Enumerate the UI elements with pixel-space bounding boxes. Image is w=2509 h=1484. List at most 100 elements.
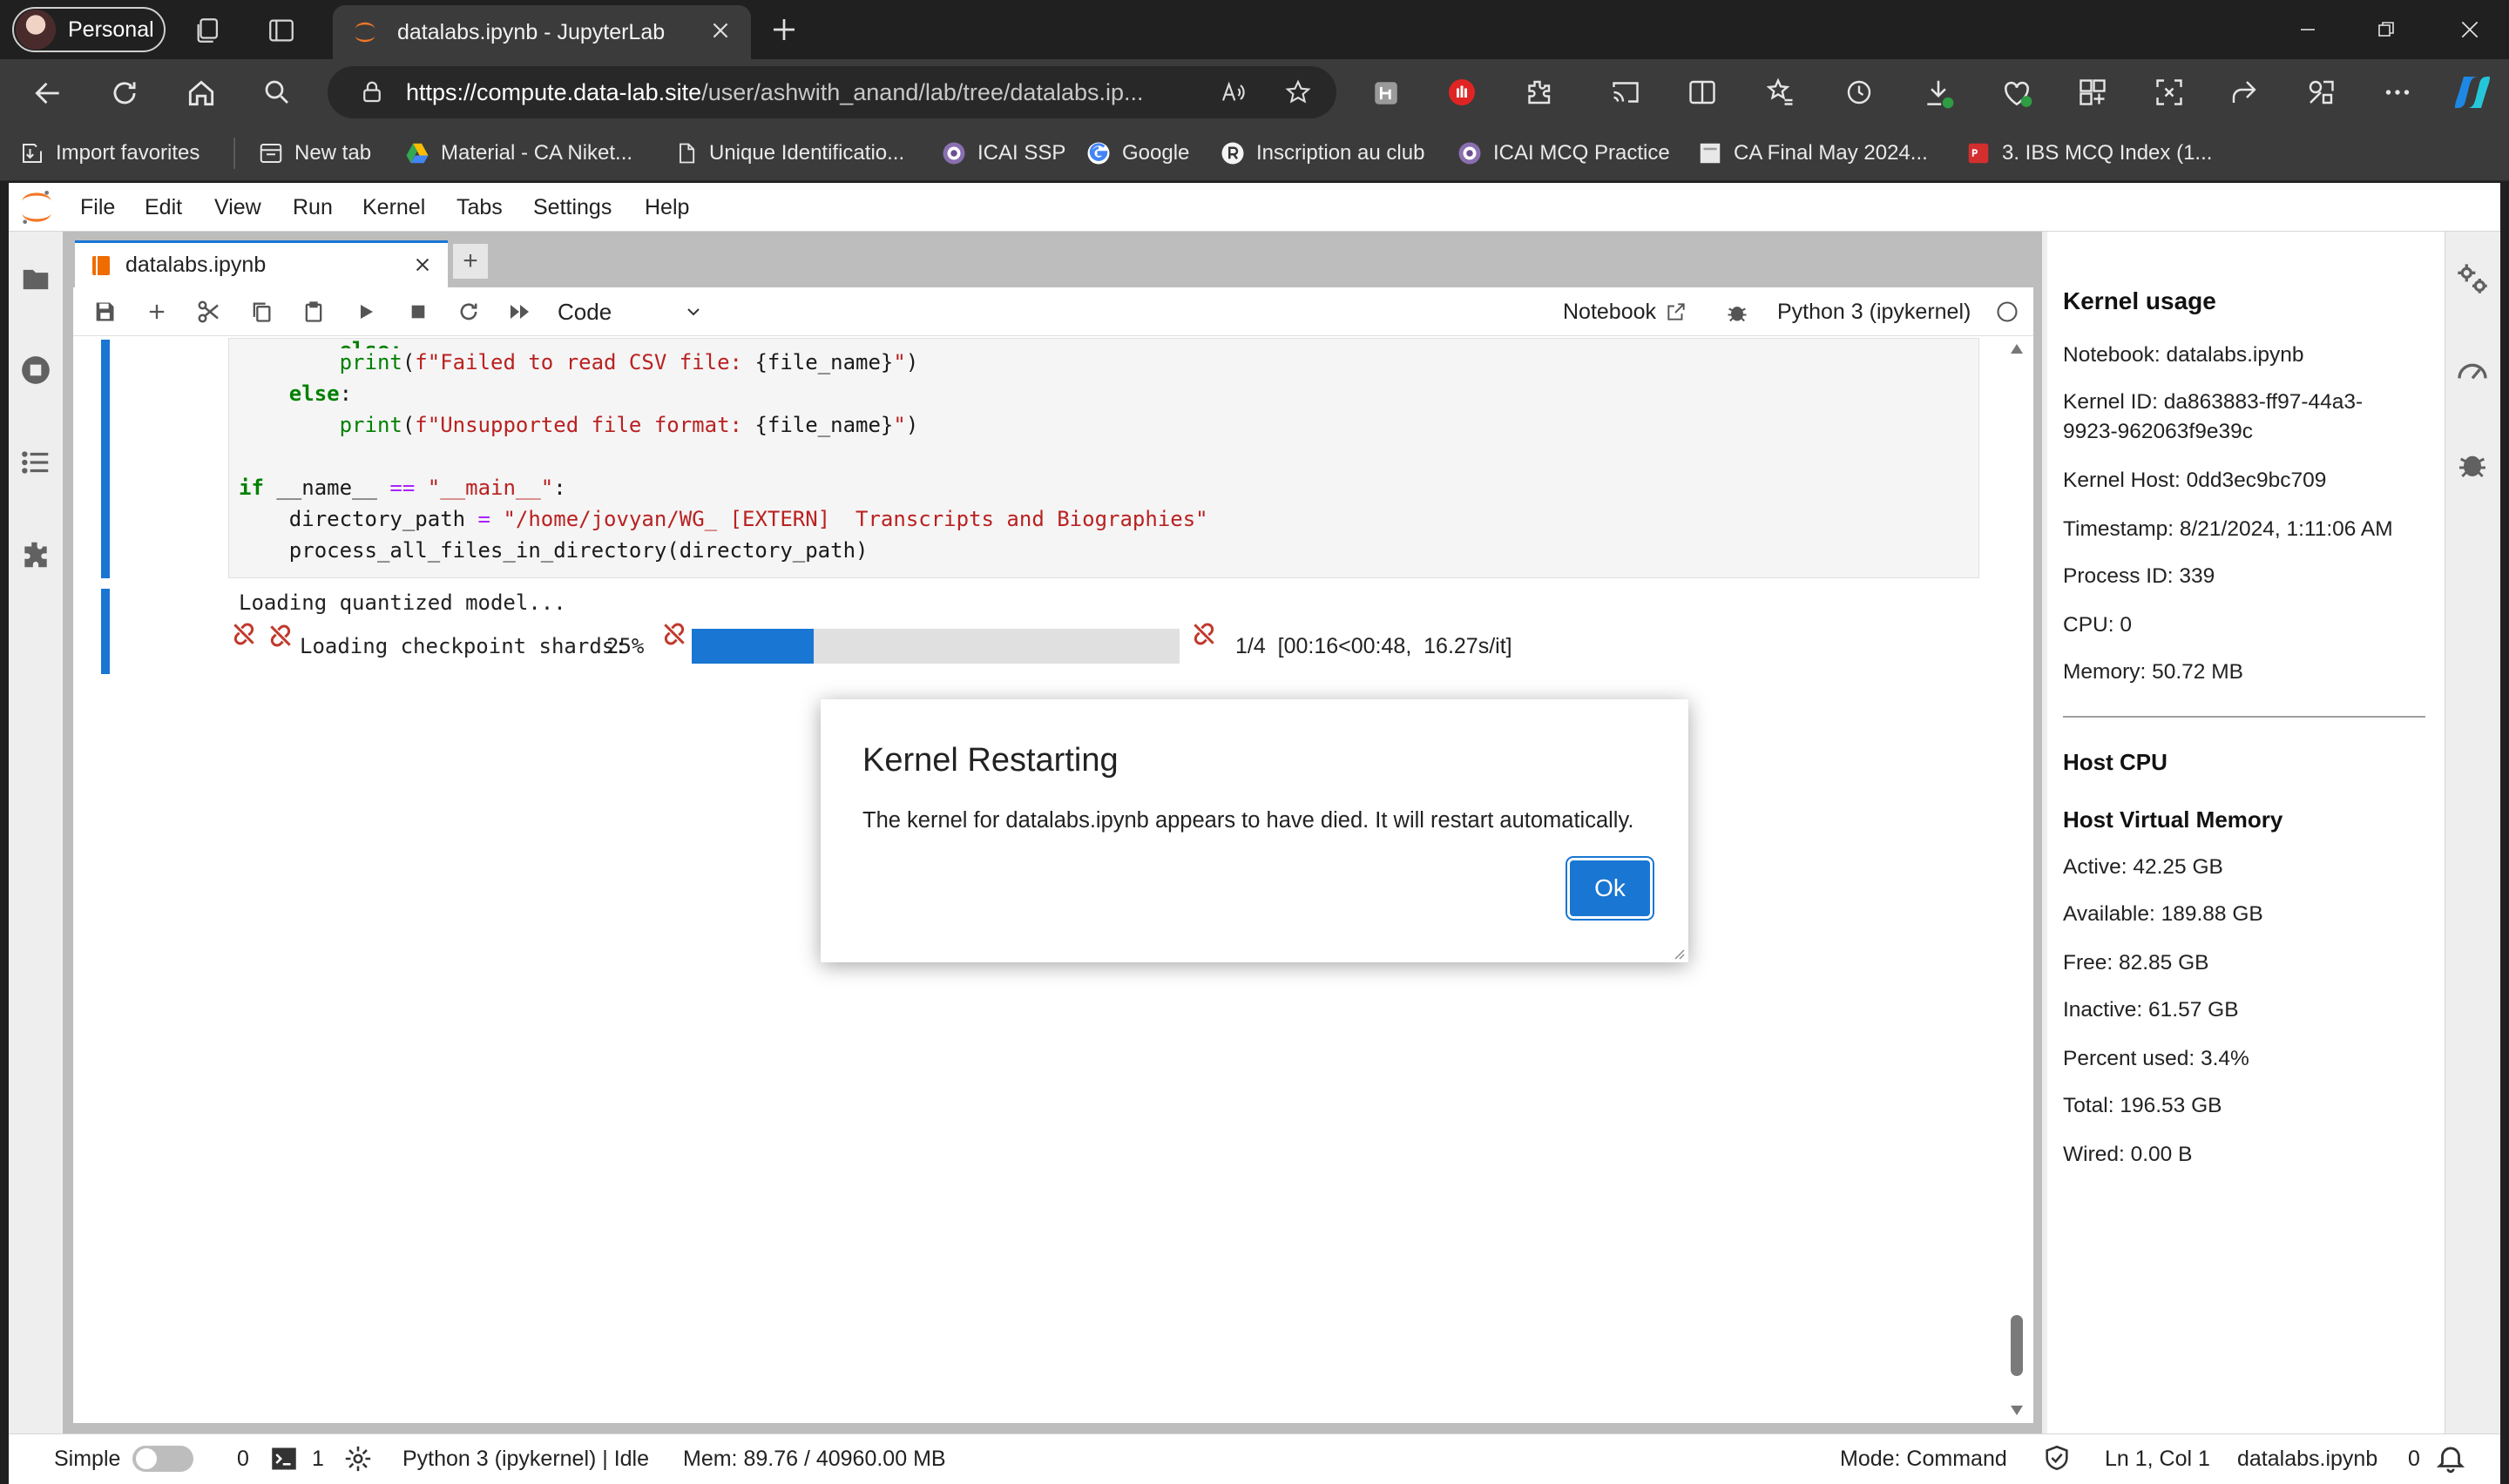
toggle-knob xyxy=(136,1448,157,1469)
bookmark-inscription-au-club[interactable]: Inscription au club xyxy=(1220,125,1424,181)
split-screen-icon[interactable] xyxy=(1687,77,1718,108)
kernel-usage-gauge-icon[interactable] xyxy=(2455,354,2490,388)
resize-handle-icon[interactable] xyxy=(1671,946,1685,960)
ok-button[interactable]: Ok xyxy=(1570,860,1650,916)
extension-h-icon[interactable] xyxy=(1371,78,1401,108)
browser-tab-active[interactable]: datalabs.ipynb - JupyterLab xyxy=(333,5,751,59)
history-icon[interactable] xyxy=(1843,77,1875,108)
minimize-icon[interactable] xyxy=(2269,0,2347,59)
workspaces-icon[interactable] xyxy=(193,16,223,45)
ku-active: Active: 42.25 GB xyxy=(2063,855,2223,879)
ku-process-id: Process ID: 339 xyxy=(2063,564,2215,588)
new-tab-page-icon xyxy=(258,140,284,166)
page-icon xyxy=(1697,140,1723,166)
favorite-star-icon[interactable] xyxy=(1284,78,1312,106)
ku-host-cpu-title: Host CPU xyxy=(2063,749,2167,775)
kernel-status-text[interactable]: Python 3 (ipykernel) | Idle xyxy=(402,1433,649,1484)
ku-host-vm-title: Host Virtual Memory xyxy=(2063,806,2283,833)
cursor-position-text[interactable]: Ln 1, Col 1 xyxy=(2105,1433,2210,1484)
bookmark-import-favorites[interactable]: Import favorites xyxy=(19,125,200,181)
menu-view[interactable]: View xyxy=(214,183,261,232)
terminal-count[interactable]: 1 xyxy=(312,1433,324,1484)
menu-help[interactable]: Help xyxy=(645,183,689,232)
debugger-panel-icon[interactable] xyxy=(2455,446,2490,481)
tab-actions-icon[interactable] xyxy=(267,16,296,45)
close-tab-icon[interactable] xyxy=(709,19,732,42)
bookmark-label: Google xyxy=(1122,141,1190,165)
profile-label: Personal xyxy=(68,17,154,42)
trusted-shield-icon[interactable] xyxy=(2042,1442,2072,1474)
notification-bell-icon[interactable] xyxy=(2434,1440,2467,1475)
bookmark-new-tab[interactable]: New tab xyxy=(258,125,371,181)
bookmark-material-ca-niket[interactable]: Material - CA Niket... xyxy=(404,125,632,181)
bookmark-unique-identification[interactable]: Unique Identificatio... xyxy=(674,125,904,181)
menu-edit[interactable]: Edit xyxy=(145,183,182,232)
url-path: /user/ashwith_anand/lab/tree/datalabs.ip… xyxy=(701,78,1144,105)
browser-tab-title: datalabs.ipynb - JupyterLab xyxy=(397,19,666,44)
ku-kernel-id: Kernel ID: da863883-ff97-44a3- xyxy=(2063,390,2364,414)
performance-icon[interactable] xyxy=(2305,77,2337,108)
menu-settings[interactable]: Settings xyxy=(533,183,612,232)
bookmark-label: Unique Identificatio... xyxy=(709,141,905,165)
ku-kernel-id-cont: 9923-962063f9e39c xyxy=(2063,420,2253,443)
menu-kernel[interactable]: Kernel xyxy=(362,183,425,232)
file-browser-icon[interactable] xyxy=(19,263,52,296)
ku-timestamp: Timestamp: 8/21/2024, 1:11:06 AM xyxy=(2063,517,2393,541)
icai-logo-icon xyxy=(1457,140,1483,166)
address-bar[interactable]: https://compute.data-lab.site/user/ashwi… xyxy=(328,66,1336,118)
more-options-icon[interactable] xyxy=(2382,77,2413,108)
profile-button[interactable]: Personal xyxy=(12,7,166,52)
google-drive-icon xyxy=(404,140,430,166)
property-inspector-icon[interactable] xyxy=(2455,261,2490,296)
extension-manager-icon[interactable] xyxy=(19,538,52,571)
ku-cpu: CPU: 0 xyxy=(2063,613,2132,637)
bookmark-icai-mcq-practice[interactable]: ICAI MCQ Practice xyxy=(1457,125,1670,181)
menu-file[interactable]: File xyxy=(80,183,115,232)
kernel-settings-icon[interactable] xyxy=(343,1444,373,1474)
close-window-icon[interactable] xyxy=(2431,0,2509,59)
mode-status-text[interactable]: Mode: Command xyxy=(1840,1433,2007,1484)
cast-icon[interactable] xyxy=(1610,77,1641,108)
simple-mode-toggle[interactable] xyxy=(132,1446,193,1472)
ku-percent-used: Percent used: 3.4% xyxy=(2063,1047,2249,1070)
menu-run[interactable]: Run xyxy=(293,183,333,232)
kernel-usage-title: Kernel usage xyxy=(2063,287,2216,314)
ku-total: Total: 196.53 GB xyxy=(2063,1094,2222,1117)
restore-icon[interactable] xyxy=(2347,0,2425,59)
bookmark-label: ICAI SSP xyxy=(977,141,1066,165)
back-icon[interactable] xyxy=(31,77,64,110)
new-tab-icon[interactable] xyxy=(768,14,800,45)
bookmark-ibs-mcq-index[interactable]: 3. IBS MCQ Index (1... xyxy=(1965,125,2212,181)
bookmark-label: Material - CA Niket... xyxy=(441,141,633,165)
bookmark-label: 3. IBS MCQ Index (1... xyxy=(2002,141,2213,165)
read-aloud-icon[interactable] xyxy=(1220,78,1248,106)
copilot-icon[interactable] xyxy=(2452,71,2493,113)
right-sidebar xyxy=(2445,232,2500,1433)
extensions-icon[interactable] xyxy=(1523,77,1554,108)
file-name-text[interactable]: datalabs.ipynb xyxy=(2237,1433,2377,1484)
running-sessions-icon[interactable] xyxy=(19,354,52,387)
browser-essentials-icon[interactable] xyxy=(2000,77,2033,110)
downloads-icon[interactable] xyxy=(1922,77,1955,110)
terminal-icon xyxy=(270,1446,298,1472)
menu-tabs[interactable]: Tabs xyxy=(456,183,503,232)
share-icon[interactable] xyxy=(2228,77,2260,108)
bookmark-google[interactable]: Google xyxy=(1085,125,1189,181)
search-icon[interactable] xyxy=(261,77,293,108)
dialog-title: Kernel Restarting xyxy=(862,742,1119,779)
home-icon[interactable] xyxy=(185,77,218,110)
google-icon xyxy=(1085,140,1112,166)
bookmark-divider xyxy=(233,138,235,169)
table-of-contents-icon[interactable] xyxy=(19,446,52,479)
site-info-icon[interactable] xyxy=(359,79,385,105)
bookmark-icai-ssp[interactable]: ICAI SSP xyxy=(941,125,1065,181)
refresh-icon[interactable] xyxy=(108,77,141,110)
favorites-icon[interactable] xyxy=(1765,77,1796,108)
collections-icon[interactable] xyxy=(2077,77,2108,108)
bookmark-ca-final-may-2024[interactable]: CA Final May 2024... xyxy=(1697,125,1928,181)
adblock-icon[interactable] xyxy=(1446,77,1478,108)
kernel-count[interactable]: 0 xyxy=(237,1433,249,1484)
screenshot-icon[interactable] xyxy=(2154,77,2185,108)
pdf-icon xyxy=(1965,140,1992,166)
bookmark-label: Import favorites xyxy=(56,141,200,165)
